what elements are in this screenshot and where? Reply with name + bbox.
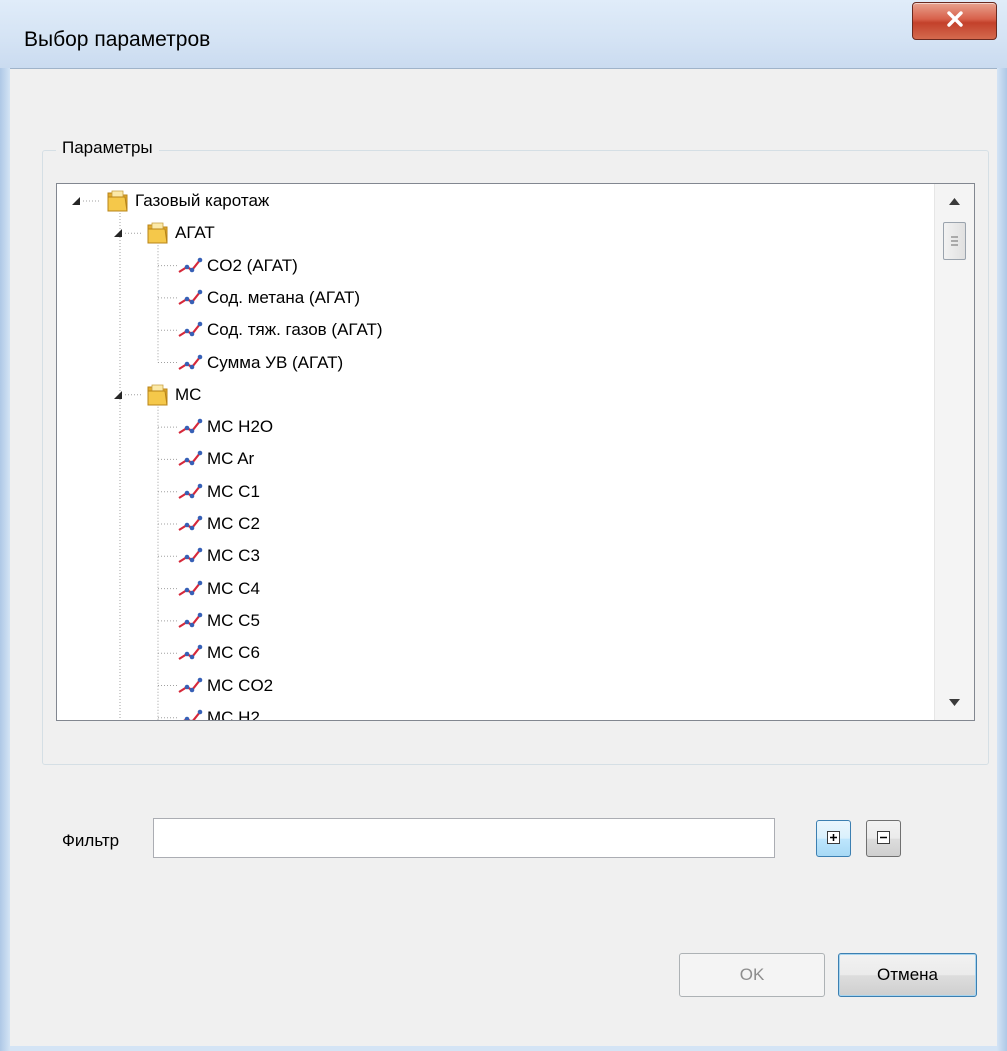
tree-node-label: MC C1 (207, 481, 260, 501)
tree-node-label: МС H2O (207, 417, 274, 437)
tree-node-root[interactable]: Газовый каротаж (105, 186, 269, 216)
parameter-curve-icon (177, 578, 203, 600)
parameter-curve-icon (177, 352, 203, 374)
tree-node-parameter[interactable]: MC C4 (177, 574, 260, 604)
parameter-curve-icon (177, 319, 203, 341)
parameter-curve-icon (177, 545, 203, 567)
folder-icon (145, 220, 171, 246)
tree-node-parameter[interactable]: МС H2O (177, 412, 273, 442)
tree-node-label: MC CO2 (207, 675, 274, 695)
close-icon (946, 11, 964, 31)
parameters-tree[interactable]: Газовый каротаж АГАТ CO2 (АГАТ) Сод. метана… (56, 183, 975, 721)
tree-node-label: Газовый каротаж (135, 191, 270, 210)
tree-node-label: Сод. тяж. газов (АГАТ) (207, 320, 383, 340)
parameter-curve-icon (177, 287, 203, 309)
parameter-curve-icon (177, 642, 203, 664)
tree-node-parameter[interactable]: MC C3 (177, 541, 260, 571)
tree-node-label: Сод. метана (АГАТ) (207, 287, 361, 307)
tree-node-folder[interactable]: АГАТ (145, 218, 215, 248)
tree-viewport: Газовый каротаж АГАТ CO2 (АГАТ) Сод. метана… (57, 184, 933, 720)
folder-expander-icon[interactable] (111, 226, 125, 240)
scrollbar-thumb[interactable] (943, 222, 966, 260)
parameter-curve-icon (177, 675, 203, 697)
folder-expander-icon[interactable] (111, 388, 125, 402)
tree-node-parameter[interactable]: MC C5 (177, 606, 260, 636)
parameter-curve-icon (177, 513, 203, 535)
tree-node-label: АГАТ (175, 223, 215, 243)
tree-node-parameter[interactable]: Сумма УВ (АГАТ) (177, 348, 343, 378)
folder-icon (145, 382, 171, 408)
parameter-curve-icon (177, 448, 203, 470)
parameter-curve-icon (177, 416, 203, 438)
filter-label: Фильтр (62, 831, 120, 850)
tree-node-parameter[interactable]: Сод. тяж. газов (АГАТ) (177, 315, 383, 345)
title-bar[interactable]: Выбор параметров (0, 0, 1007, 68)
tree-node-parameter[interactable]: MC C1 (177, 477, 260, 507)
ok-button[interactable]: OK (679, 953, 825, 997)
parameter-curve-icon (177, 707, 203, 720)
tree-node-parameter[interactable]: MC CO2 (177, 671, 273, 701)
tree-node-label: Сумма УВ (АГАТ) (207, 352, 344, 372)
scroll-down-arrow-icon[interactable] (946, 694, 963, 711)
tree-node-label: MC H2 (207, 707, 260, 721)
plus-box-icon (827, 829, 840, 848)
folder-icon (105, 188, 131, 214)
parameter-curve-icon (177, 481, 203, 503)
tree-node-parameter[interactable]: CO2 (АГАТ) (177, 251, 298, 281)
tree-node-parameter[interactable]: MC C2 (177, 509, 260, 539)
tree-node-label: MC C2 (207, 514, 260, 533)
tree-node-parameter[interactable]: MC Ar (177, 444, 254, 474)
tree-node-parameter[interactable]: MC C6 (177, 638, 260, 668)
parameter-curve-icon (177, 610, 203, 632)
dialog-window: Выбор параметров Параметры Газовый карот… (0, 0, 1007, 1051)
tree-node-folder[interactable]: МС (145, 380, 201, 410)
cancel-button[interactable]: Отмена (838, 953, 977, 997)
filter-input[interactable] (153, 818, 775, 858)
expand-all-button[interactable] (816, 820, 851, 857)
tree-node-label: MC C3 (207, 546, 260, 566)
tree-node-label: MC Ar (207, 449, 255, 469)
tree-node-parameter[interactable]: Сод. метана (АГАТ) (177, 283, 360, 313)
close-button[interactable] (912, 2, 997, 40)
tree-node-label: MC C5 (207, 610, 260, 630)
collapse-all-button[interactable] (866, 820, 901, 857)
vertical-scrollbar[interactable] (934, 184, 974, 720)
root-expander-icon[interactable] (69, 194, 83, 208)
scroll-up-arrow-icon[interactable] (946, 193, 963, 210)
tree-node-parameter[interactable]: MC H2 (177, 703, 260, 721)
window-title: Выбор параметров (24, 28, 211, 51)
parameter-curve-icon (177, 255, 203, 277)
tree-node-label: MC C6 (207, 643, 260, 663)
parameters-group-label: Параметры (56, 138, 159, 158)
tree-node-label: MC C4 (207, 578, 260, 598)
tree-node-label: CO2 (АГАТ) (207, 255, 298, 275)
minus-box-icon (877, 829, 890, 848)
tree-node-label: МС (175, 384, 202, 404)
